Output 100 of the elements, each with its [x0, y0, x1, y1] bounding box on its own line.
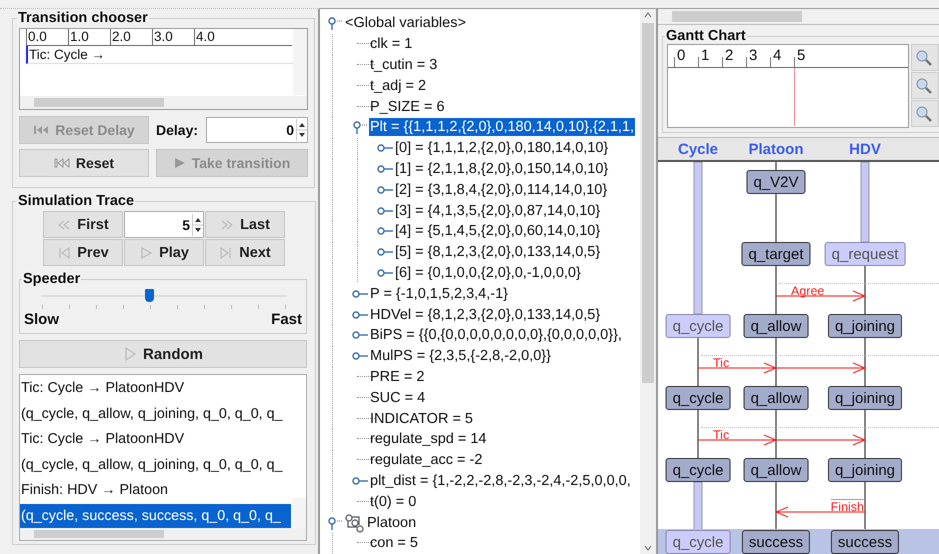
magnifier-icon: [916, 78, 932, 94]
state-node[interactable]: success: [742, 530, 810, 554]
step-field[interactable]: 5: [124, 211, 204, 238]
step-row[interactable]: q_V2V: [658, 169, 939, 195]
ruler-tick: 4.0: [194, 29, 236, 45]
tree-item[interactable]: SUC = 4: [369, 388, 426, 407]
trace-item[interactable]: (q_cycle, success, success, q_0, q_0, q_: [20, 504, 291, 529]
lifeline: [864, 338, 866, 386]
slider-thumb[interactable]: [145, 289, 154, 302]
tree-item[interactable]: [0] = {1,1,1,2,{2,0},0,180,14,0,10}: [394, 139, 610, 158]
state-node[interactable]: success: [830, 530, 900, 554]
message-label: Agree: [779, 283, 939, 298]
zoom-button[interactable]: [911, 72, 939, 100]
step-row[interactable]: q_cycle q_allow q_joining: [658, 313, 939, 339]
step-row[interactable]: q_target q_request: [658, 241, 939, 267]
vertical-scrollbar[interactable]: [640, 9, 656, 554]
step-row[interactable]: q_cycle q_allow q_joining: [658, 385, 939, 411]
tree-item[interactable]: [4] = {5,1,4,5,{2,0},0,60,14,0,10}: [394, 222, 602, 240]
state-node[interactable]: q_allow: [744, 458, 808, 482]
tree-item[interactable]: regulate_acc = -2: [369, 451, 484, 470]
trace-item[interactable]: (q_cycle, q_allow, q_joining, q_0, q_0, q_: [20, 452, 291, 478]
vertical-scrollbar[interactable]: [293, 29, 307, 95]
horizontal-scrollbar[interactable]: [20, 96, 307, 109]
navigation-button[interactable]: Play: [124, 239, 204, 266]
state-node[interactable]: q_allow: [744, 314, 808, 338]
tree-item[interactable]: HDVel = {8,1,2,3,{2,0},0,133,14,0,5}: [369, 306, 602, 324]
action-button[interactable]: Reset: [19, 149, 149, 177]
tree-item[interactable]: [6] = {0,1,0,0,{2,0},0,-1,0,0,0}: [394, 264, 582, 282]
state-node[interactable]: q_request: [824, 242, 906, 266]
lifeline: [864, 266, 866, 314]
state-node[interactable]: q_cycle: [666, 386, 730, 410]
random-button[interactable]: Random: [19, 340, 307, 368]
trace-item[interactable]: Tic: Cycle → PlatoonHDV: [20, 376, 291, 402]
vertical-scrollbar[interactable]: [292, 498, 306, 528]
rewind-icon: [33, 125, 50, 135]
tree-item[interactable]: con = 5: [369, 534, 419, 552]
tree-item[interactable]: [3] = {4,1,3,5,{2,0},0,87,14,0,10}: [394, 202, 602, 220]
horizontal-scrollbar[interactable]: [20, 528, 306, 540]
tree-item[interactable]: [2] = {3,1,8,4,{2,0},0,114,14,0,10}: [394, 180, 608, 199]
tree-item[interactable]: BiPS = {{0,{0,0,0,0,0,0,0,0},{0,0,0,0,0}},: [369, 326, 623, 344]
zoom-button[interactable]: [911, 100, 939, 128]
tree-item[interactable]: clk = 1: [369, 35, 414, 54]
tree-item[interactable]: t_cutin = 3: [369, 56, 438, 74]
delay-field[interactable]: 0: [206, 117, 308, 143]
magnifier-icon: [916, 106, 932, 122]
navigation-button[interactable]: First: [43, 211, 123, 238]
state-node[interactable]: q_allow: [744, 386, 808, 410]
nav-icon: [219, 246, 234, 258]
horizontal-scrollbar[interactable]: [658, 9, 939, 26]
step-row[interactable]: q_cycle success success: [658, 529, 939, 554]
state-node[interactable]: q_joining: [828, 314, 902, 338]
zoom-button[interactable]: [911, 44, 939, 72]
ruler-tick: 1.0: [68, 29, 110, 45]
play-icon: [123, 347, 137, 361]
trace-item[interactable]: (q_cycle, q_allow, q_joining, q_0, q_0, q_: [20, 402, 291, 427]
tree-item[interactable]: <Global variables>: [344, 14, 467, 32]
navigation-button[interactable]: Prev: [43, 239, 123, 266]
ruler-tick: 3.0: [152, 29, 194, 45]
spinner-arrows-icon[interactable]: [192, 214, 203, 236]
tree-item[interactable]: INDICATOR = 5: [369, 410, 474, 428]
nav-icon: [220, 218, 234, 230]
tree-item[interactable]: plt_dist = {1,-2,2,-2,8,-2,3,-2,4,-2,5,0,0,0,: [369, 472, 632, 490]
tree-item[interactable]: MulPS = {2,3,5,{-2,8,-2,0,0}}: [369, 347, 552, 366]
navigation-button[interactable]: Next: [205, 239, 285, 266]
ruler-tick: 2.0: [110, 29, 152, 45]
tree-item[interactable]: regulate_spd = 14: [369, 430, 488, 448]
message-label: Finish: [830, 499, 864, 514]
nav-icon: [57, 246, 72, 258]
message-label: Tic: [701, 355, 939, 370]
process-icon: [344, 512, 366, 533]
nav-icon: [57, 218, 72, 230]
lifeline: [864, 410, 866, 458]
tree-item[interactable]: P_SIZE = 6: [369, 98, 446, 116]
state-node[interactable]: q_cycle: [666, 314, 730, 338]
state-node[interactable]: q_V2V: [746, 170, 806, 194]
tree-item[interactable]: [5] = {8,1,2,3,{2,0},0,133,14,0,5}: [394, 243, 602, 262]
tree-item[interactable]: t(0) = 0: [369, 492, 418, 511]
panel-title: Simulation Trace: [17, 193, 136, 209]
tree-item[interactable]: Plt = {{1,1,1,2,{2,0},0,180,14,0,10},{2,1,1,: [369, 118, 636, 136]
tree-item[interactable]: P = {-1,0,1,5,2,3,4,-1}: [369, 284, 509, 303]
trace-item[interactable]: Tic: Cycle → PlatoonHDV: [20, 427, 291, 452]
tree-item[interactable]: [1] = {2,1,1,8,{2,0},0,150,14,0,10}: [394, 160, 610, 178]
tree-item[interactable]: t_adj = 2: [369, 76, 428, 95]
state-node[interactable]: q_joining: [828, 458, 902, 482]
idle-lane: [694, 482, 702, 530]
panel-title: Gantt Chart: [665, 28, 747, 44]
tree-item[interactable]: Platoon: [366, 514, 418, 532]
rewind-icon: [54, 158, 70, 168]
tree-item[interactable]: PRE = 2: [369, 368, 426, 386]
state-node[interactable]: q_joining: [828, 386, 902, 410]
lifeline: [864, 482, 866, 530]
trace-item[interactable]: Finish: HDV → Platoon: [20, 478, 291, 504]
navigation-button[interactable]: Last: [205, 211, 285, 238]
step-row[interactable]: q_cycle q_allow q_joining: [658, 457, 939, 483]
process-name: HDV: [849, 141, 881, 158]
slider-min-label: Slow: [24, 311, 60, 328]
state-node[interactable]: q_target: [741, 242, 811, 266]
state-node[interactable]: q_cycle: [666, 530, 730, 554]
state-node[interactable]: q_cycle: [666, 458, 730, 482]
spinner-arrows-icon[interactable]: [296, 119, 307, 141]
